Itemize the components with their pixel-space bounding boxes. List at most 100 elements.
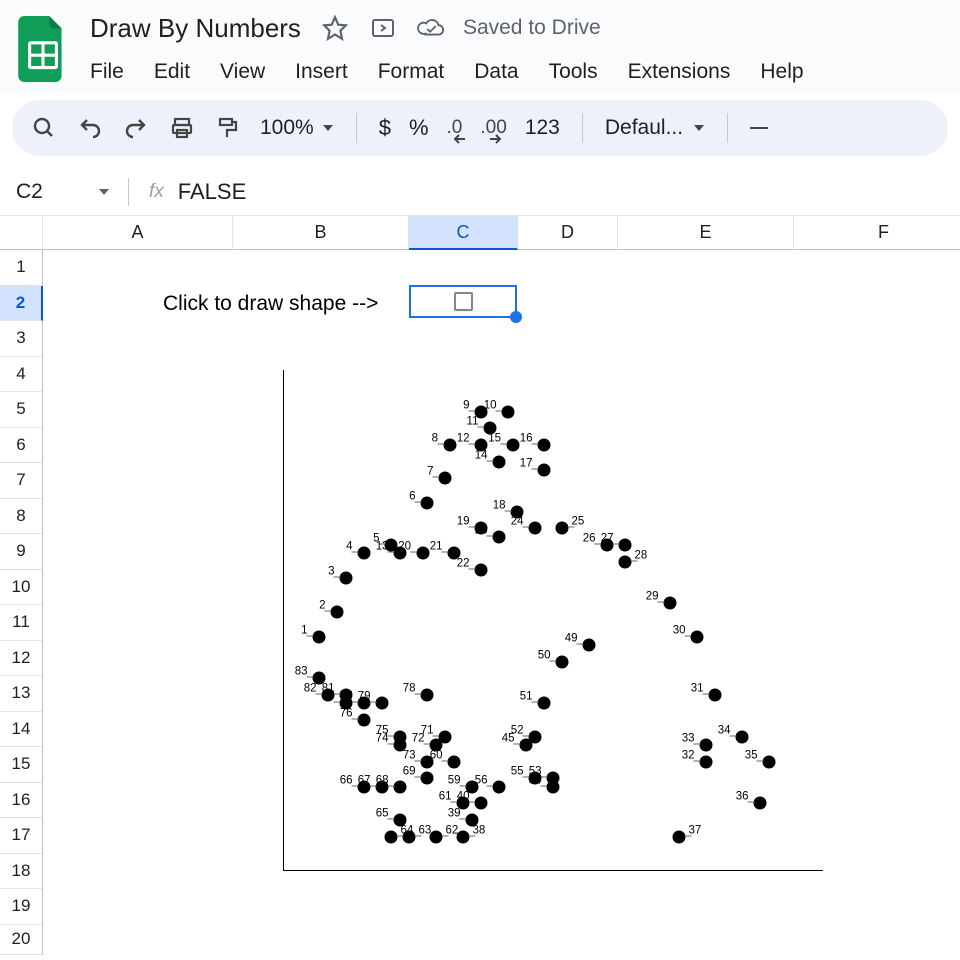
- sheets-app-icon[interactable]: [14, 10, 72, 88]
- row-header-12[interactable]: 12: [0, 641, 43, 677]
- toolbar-separator: [356, 113, 357, 143]
- chart-point-3: 3: [340, 572, 353, 585]
- chart-point-25: 25: [556, 522, 569, 535]
- chart-point-73: 73: [421, 755, 434, 768]
- chart-point-52: 52: [529, 730, 542, 743]
- chart-point-69: 69: [421, 772, 434, 785]
- row-header-9[interactable]: 9: [0, 534, 43, 570]
- row-header-5[interactable]: 5: [0, 392, 43, 428]
- cells-area[interactable]: Click to draw shape --> 1234567891011121…: [43, 250, 960, 956]
- row-header-18[interactable]: 18: [0, 854, 43, 890]
- menu-format[interactable]: Format: [378, 60, 445, 84]
- chart-point-28: 28: [619, 555, 632, 568]
- star-icon[interactable]: [321, 14, 349, 42]
- chart-point-10: 10: [502, 405, 515, 418]
- chart-point-7: 7: [439, 472, 452, 485]
- active-cell-c2[interactable]: [409, 285, 517, 318]
- column-header-C[interactable]: C: [409, 216, 518, 250]
- column-header-E[interactable]: E: [618, 216, 794, 250]
- menu-extensions[interactable]: Extensions: [628, 60, 731, 84]
- decrease-decimal-button[interactable]: .0: [447, 114, 463, 142]
- row-header-11[interactable]: 11: [0, 605, 43, 641]
- menu-insert[interactable]: Insert: [295, 60, 348, 84]
- row-header-16[interactable]: 16: [0, 783, 43, 819]
- chart-point-59: 59: [466, 780, 479, 793]
- chart-point-56: 56: [493, 780, 506, 793]
- menu-edit[interactable]: Edit: [154, 60, 190, 84]
- chart-point-15: 15: [506, 439, 519, 452]
- chart-point-64: 64: [385, 830, 398, 843]
- caret-down-icon: [693, 122, 705, 134]
- cloud-check-icon[interactable]: [417, 14, 445, 42]
- chart-point-8: 8: [443, 439, 456, 452]
- menu-data[interactable]: Data: [474, 60, 518, 84]
- row-header-10[interactable]: 10: [0, 570, 43, 606]
- undo-icon[interactable]: [76, 114, 104, 142]
- row-header-15[interactable]: 15: [0, 747, 43, 783]
- font-size-decrease-icon[interactable]: [750, 127, 768, 129]
- number-format-dropdown[interactable]: 123: [525, 116, 560, 140]
- zoom-dropdown[interactable]: 100%: [260, 116, 334, 140]
- chart-point-68: 68: [394, 780, 407, 793]
- format-currency-button[interactable]: $: [379, 115, 391, 141]
- column-header-D[interactable]: D: [518, 216, 618, 250]
- row-headers: 1234567891011121314151617181920: [0, 250, 43, 955]
- row-header-19[interactable]: 19: [0, 889, 43, 925]
- row-header-4[interactable]: 4: [0, 357, 43, 393]
- row-header-1[interactable]: 1: [0, 250, 43, 286]
- chart-point-38: 38: [457, 830, 470, 843]
- row-header-2[interactable]: 2: [0, 286, 43, 322]
- row-header-3[interactable]: 3: [0, 321, 43, 357]
- menu-view[interactable]: View: [220, 60, 265, 84]
- cell-b2-text: Click to draw shape -->: [163, 292, 378, 316]
- checkbox-icon[interactable]: [454, 292, 473, 311]
- chart-point-16: 16: [538, 439, 551, 452]
- chart-point-24: 24: [529, 522, 542, 535]
- chart-point-32: 32: [700, 755, 713, 768]
- format-percent-button[interactable]: %: [409, 115, 429, 141]
- chart-point-22: 22: [475, 564, 488, 577]
- chart-point-35: 35: [763, 755, 776, 768]
- fill-handle[interactable]: [510, 311, 522, 323]
- column-header-A[interactable]: A: [43, 216, 233, 250]
- spreadsheet-grid[interactable]: ABCDEF 1234567891011121314151617181920 C…: [0, 216, 960, 956]
- row-header-7[interactable]: 7: [0, 463, 43, 499]
- print-icon[interactable]: [168, 114, 196, 142]
- font-family-dropdown[interactable]: Defaul...: [605, 116, 705, 140]
- chart-point-6: 6: [421, 497, 434, 510]
- connect-dots-chart: 1234567891011121314151617181920212223242…: [241, 370, 851, 900]
- paint-format-icon[interactable]: [214, 114, 242, 142]
- row-header-20[interactable]: 20: [0, 925, 43, 955]
- row-header-6[interactable]: 6: [0, 428, 43, 464]
- menubar: File Edit View Insert Format Data Tools Extensi…: [90, 60, 804, 84]
- menu-file[interactable]: File: [90, 60, 124, 84]
- row-header-17[interactable]: 17: [0, 818, 43, 854]
- chart-x-axis: [283, 870, 823, 871]
- chart-point-79: 79: [376, 697, 389, 710]
- row-header-13[interactable]: 13: [0, 676, 43, 712]
- chart-point-60: 60: [448, 755, 461, 768]
- chart-point-1: 1: [313, 630, 326, 643]
- search-icon[interactable]: [30, 114, 58, 142]
- column-header-B[interactable]: B: [233, 216, 409, 250]
- move-to-folder-icon[interactable]: [369, 14, 397, 42]
- increase-decimal-button[interactable]: .00: [480, 114, 506, 142]
- menu-help[interactable]: Help: [760, 60, 803, 84]
- formula-bar-value[interactable]: FALSE: [178, 179, 246, 205]
- chart-point-54: 54: [547, 780, 560, 793]
- doc-title[interactable]: Draw By Numbers: [90, 13, 301, 44]
- menu-tools[interactable]: Tools: [549, 60, 598, 84]
- name-box-value: C2: [16, 180, 43, 204]
- row-header-14[interactable]: 14: [0, 712, 43, 748]
- name-box[interactable]: C2: [0, 180, 128, 204]
- chart-point-50: 50: [556, 655, 569, 668]
- formula-bar-row: C2 fx FALSE: [0, 168, 960, 216]
- chart-point-36: 36: [754, 797, 767, 810]
- column-header-F[interactable]: F: [794, 216, 960, 250]
- row-header-8[interactable]: 8: [0, 499, 43, 535]
- chart-y-axis: [283, 370, 284, 870]
- chart-point-75: 75: [394, 730, 407, 743]
- redo-icon[interactable]: [122, 114, 150, 142]
- chart-point-31: 31: [709, 689, 722, 702]
- select-all-corner[interactable]: [0, 216, 43, 250]
